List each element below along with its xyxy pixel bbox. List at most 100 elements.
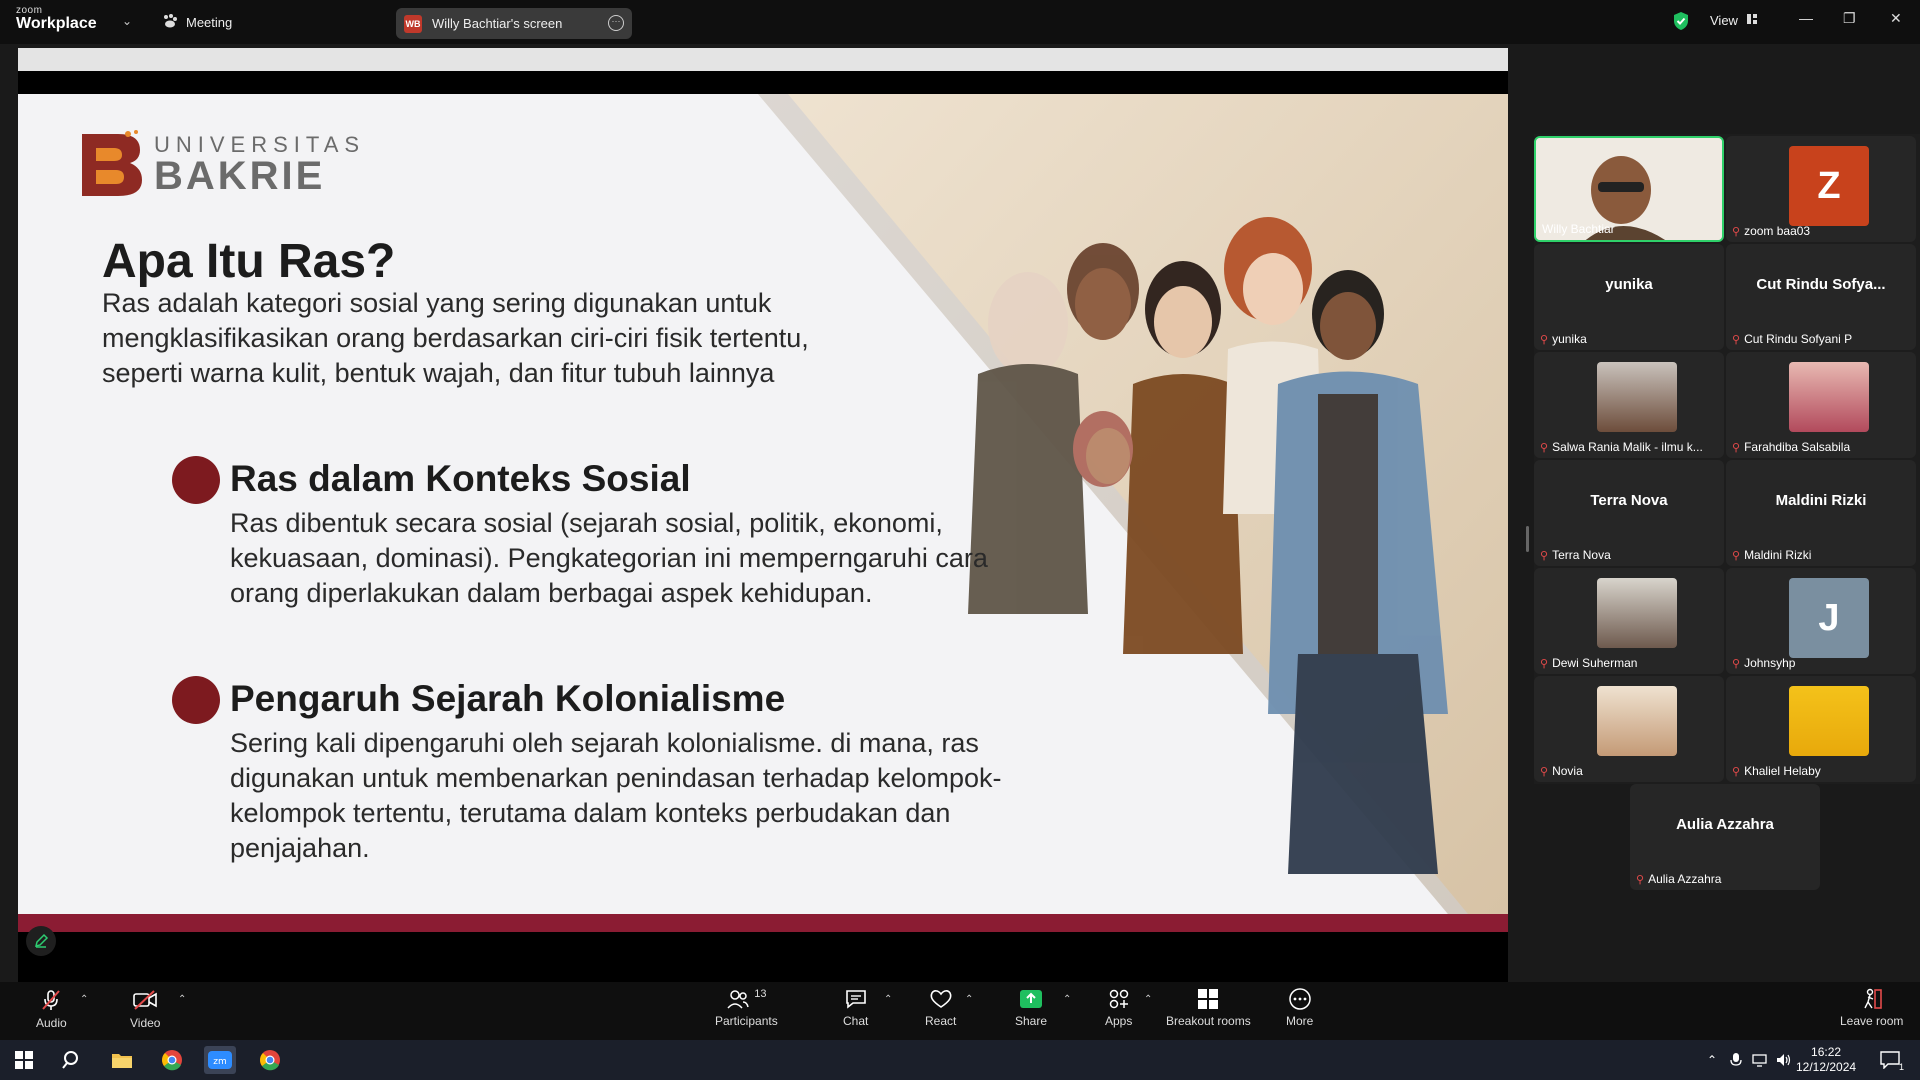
participant-name: Maldini Rizki: [1744, 548, 1812, 562]
presenter-initials: WB: [404, 14, 422, 33]
participant-tile[interactable]: ⚲ Dewi Suherman: [1534, 568, 1724, 674]
participant-photo: [1597, 362, 1677, 432]
mic-muted-icon: ⚲: [1732, 333, 1741, 346]
participant-name: Salwa Rania Malik - ilmu k...: [1552, 440, 1703, 454]
leave-label: Leave room: [1840, 1014, 1904, 1028]
participant-photo: [1789, 362, 1869, 432]
react-button[interactable]: React: [925, 988, 956, 1028]
restore-icon[interactable]: ❐: [1843, 10, 1856, 27]
share-label: Share: [1015, 1014, 1048, 1028]
slide-footer-bar: [18, 914, 1508, 932]
apps-options-icon[interactable]: ⌃: [1144, 994, 1152, 1005]
slide-title: Apa Itu Ras?: [102, 235, 396, 288]
video-options-icon[interactable]: ⌃: [178, 994, 186, 1005]
participant-tile[interactable]: ⚲ Salwa Rania Malik - ilmu k...: [1534, 352, 1724, 458]
presentation-slide: UNIVERSITAS BAKRIE Apa Itu Ras? Ras adal…: [18, 94, 1508, 932]
participant-tile[interactable]: ⚲ Novia: [1534, 676, 1724, 782]
leave-room-button[interactable]: Leave room: [1840, 988, 1903, 1028]
participant-name: Willy Bachtiar: [1542, 222, 1615, 236]
participants-label: Participants: [715, 1014, 778, 1028]
mic-muted-icon: [42, 990, 61, 1010]
participant-name: Dewi Suherman: [1552, 656, 1638, 670]
audio-label: Audio: [36, 1016, 67, 1030]
chat-icon: [845, 990, 866, 1009]
windows-start-icon[interactable]: [8, 1046, 40, 1074]
participant-name: zoom baa03: [1744, 224, 1811, 238]
splitter-handle[interactable]: [1526, 526, 1529, 552]
react-label: React: [925, 1014, 957, 1028]
participant-tile[interactable]: yunika ⚲ yunika: [1534, 244, 1724, 350]
participant-display-name: Terra Nova: [1590, 492, 1668, 509]
participant-display-name: Cut Rindu Sofya...: [1756, 276, 1886, 293]
point-body: Sering kali dipengaruhi oleh sejarah kol…: [230, 728, 1002, 863]
more-icon: [1288, 988, 1311, 1010]
breakout-rooms-button[interactable]: Breakout rooms: [1166, 988, 1251, 1028]
chrome-icon[interactable]: [156, 1046, 188, 1074]
more-button[interactable]: More: [1286, 988, 1313, 1028]
participant-tile[interactable]: J ⚲ Johnsyhp: [1726, 568, 1916, 674]
grid-icon: [1746, 13, 1758, 28]
audio-options-icon[interactable]: ⌃: [80, 994, 88, 1005]
participant-tile[interactable]: Z ⚲ zoom baa03: [1726, 136, 1916, 242]
participant-tile[interactable]: Terra Nova ⚲ Terra Nova: [1534, 460, 1724, 566]
participant-name: Johnsyhp: [1744, 656, 1796, 670]
shield-icon[interactable]: [1672, 11, 1690, 36]
video-button[interactable]: Video: [130, 988, 160, 1030]
apps-button[interactable]: Apps: [1105, 988, 1132, 1028]
windows-taskbar: zm ⌃ 16:22 12/12/2024 1: [0, 1040, 1920, 1080]
mic-muted-icon: ⚲: [1540, 765, 1549, 778]
participant-name: Novia: [1552, 764, 1583, 778]
university-logo: UNIVERSITAS BAKRIE: [78, 128, 365, 198]
participant-display-name: Maldini Rizki: [1775, 492, 1867, 509]
chevron-down-icon[interactable]: ⌄: [122, 14, 132, 28]
participant-tile[interactable]: ⚲ Khaliel Helaby: [1726, 676, 1916, 782]
share-options-icon[interactable]: ⌃: [1063, 994, 1071, 1005]
participant-name: Cut Rindu Sofyani P: [1744, 332, 1853, 346]
participant-tile[interactable]: Aulia Azzahra ⚲ Aulia Azzahra: [1630, 784, 1820, 890]
mic-muted-icon: ⚲: [1732, 657, 1741, 670]
notifications-icon[interactable]: 1: [1874, 1046, 1906, 1074]
mic-muted-icon: ⚲: [1732, 441, 1741, 454]
slide-top-strip: [18, 48, 1508, 71]
taskbar-clock[interactable]: 16:22 12/12/2024: [1796, 1045, 1856, 1075]
participants-button[interactable]: 13 Participants: [715, 988, 778, 1028]
file-explorer-icon[interactable]: [106, 1046, 138, 1074]
participant-name: Terra Nova: [1552, 548, 1611, 562]
participant-tile[interactable]: Maldini Rizki ⚲ Maldini Rizki: [1726, 460, 1916, 566]
minimize-icon[interactable]: —: [1799, 10, 1813, 26]
participant-tile[interactable]: ⚲ Farahdiba Salsabila: [1726, 352, 1916, 458]
react-options-icon[interactable]: ⌃: [965, 994, 973, 1005]
screen-share-indicator[interactable]: WB Willy Bachtiar's screen ···: [396, 8, 632, 39]
meeting-menu[interactable]: Meeting: [162, 14, 232, 31]
share-button[interactable]: Share: [1015, 988, 1047, 1028]
bullet-icon: [172, 676, 220, 724]
audio-button[interactable]: Audio: [36, 988, 67, 1030]
close-icon[interactable]: ✕: [1890, 10, 1902, 27]
participant-name: Khaliel Helaby: [1744, 764, 1821, 778]
participants-count: 13: [754, 988, 767, 1000]
point-heading: Pengaruh Sejarah Kolonialisme: [230, 678, 786, 719]
participant-name: Farahdiba Salsabila: [1744, 440, 1851, 454]
participant-photo: [1789, 686, 1869, 756]
brand-name: Workplace: [16, 15, 97, 32]
slide-intro: Ras adalah kategori sosial yang sering d…: [102, 288, 809, 388]
clock-time: 16:22: [1811, 1045, 1842, 1059]
share-screen-icon: [1020, 990, 1043, 1008]
more-options-icon[interactable]: ···: [608, 15, 624, 31]
breakout-label: Breakout rooms: [1166, 1014, 1251, 1028]
zoom-taskbar-icon[interactable]: zm: [204, 1046, 236, 1074]
point-heading: Ras dalam Konteks Sosial: [230, 458, 691, 499]
chat-options-icon[interactable]: ⌃: [884, 994, 892, 1005]
annotate-pencil-icon[interactable]: [26, 926, 56, 956]
participant-tile[interactable]: Willy Bachtiar: [1534, 136, 1724, 242]
more-label: More: [1286, 1014, 1314, 1028]
chrome-icon[interactable]: [254, 1046, 286, 1074]
mic-muted-icon: ⚲: [1732, 225, 1741, 238]
chat-label: Chat: [843, 1014, 869, 1028]
search-icon[interactable]: [56, 1046, 88, 1074]
chat-button[interactable]: Chat: [843, 988, 868, 1028]
apps-icon: [1109, 989, 1128, 1009]
heart-reaction-icon: [930, 990, 952, 1008]
participant-tile[interactable]: Cut Rindu Sofya... ⚲ Cut Rindu Sofyani P: [1726, 244, 1916, 350]
view-button[interactable]: View: [1710, 13, 1758, 28]
